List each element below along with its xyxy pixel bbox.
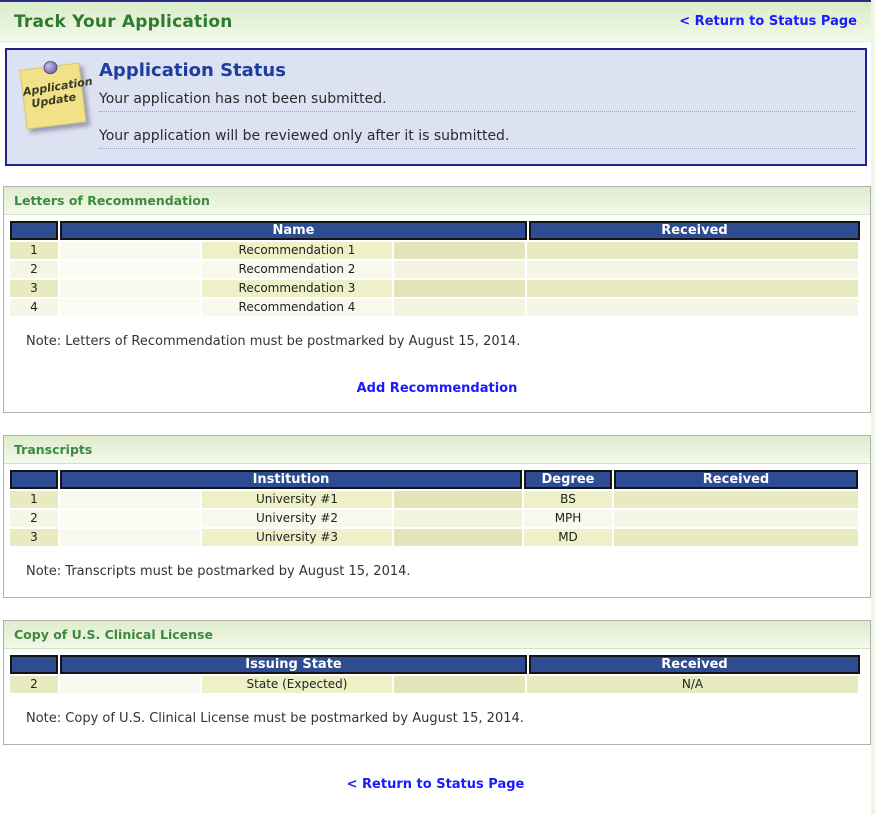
section-transcripts: Transcripts Institution Degree Received 1 Uni… [3, 435, 871, 598]
application-update-sticky-note-icon: Application Update [19, 60, 94, 130]
row-spacer-cell [60, 529, 200, 546]
status-message: Your application has not been submitted. [99, 91, 855, 112]
row-spacer-cell [60, 510, 200, 527]
row-spacer-cell [60, 242, 200, 259]
column-header-received: Received [529, 221, 860, 240]
panel-bottom-padding [4, 398, 870, 412]
row-spacer-cell [60, 261, 200, 278]
table-header-row: Institution Degree Received [10, 470, 864, 489]
return-to-status-link-bottom[interactable]: < Return to Status Page [347, 777, 525, 792]
row-number: 1 [10, 242, 58, 259]
footer: < Return to Status Page [0, 773, 871, 792]
row-number: 1 [10, 491, 58, 508]
row-received [527, 242, 858, 259]
section-note: Note: Transcripts must be postmarked by … [26, 564, 411, 579]
row-received [527, 261, 858, 278]
column-header-received: Received [529, 655, 860, 674]
table-header-row: Issuing State Received [10, 655, 864, 674]
sticky-note-text: Application Update [22, 74, 94, 111]
row-spacer-cell [394, 491, 522, 508]
row-value: State (Expected) [202, 676, 392, 693]
table-row: 3 University #3 MD [10, 529, 864, 546]
row-value: Recommendation 2 [202, 261, 392, 278]
row-number: 3 [10, 280, 58, 297]
table-row: 1 Recommendation 1 [10, 242, 864, 259]
table: Name Received 1 Recommendation 1 2 Recommenda… [10, 221, 864, 316]
table: Issuing State Received 2 State (Expected) N/… [10, 655, 864, 693]
row-received [614, 529, 858, 546]
row-degree: MD [524, 529, 612, 546]
app-header: Track Your Application < Return to Statu… [0, 2, 871, 42]
table-row: 3 Recommendation 3 [10, 280, 864, 297]
table-row: 2 University #2 MPH [10, 510, 864, 527]
row-received [614, 510, 858, 527]
row-spacer-cell [394, 299, 525, 316]
pushpin-icon [42, 60, 59, 75]
row-value: Recommendation 1 [202, 242, 392, 259]
section-note: Note: Copy of U.S. Clinical License must… [26, 711, 524, 726]
row-spacer-cell [394, 242, 525, 259]
column-header-spacer [10, 655, 58, 674]
column-header-issuing-state: Issuing State [60, 655, 527, 674]
status-heading: Application Status [99, 60, 286, 81]
row-received [527, 280, 858, 297]
table-header-row: Name Received [10, 221, 864, 240]
panel-bottom-padding [4, 583, 870, 597]
row-degree: BS [524, 491, 612, 508]
row-spacer-cell [394, 510, 522, 527]
section-title: Letters of Recommendation [4, 187, 870, 215]
column-header-received: Received [614, 470, 858, 489]
row-degree: MPH [524, 510, 612, 527]
row-value: Recommendation 4 [202, 299, 392, 316]
table-row: 2 Recommendation 2 [10, 261, 864, 278]
table-row: 4 Recommendation 4 [10, 299, 864, 316]
column-header-spacer [10, 221, 58, 240]
row-number: 2 [10, 676, 58, 693]
action-row: Add Recommendation [4, 377, 870, 396]
row-value: University #1 [202, 491, 392, 508]
row-spacer-cell [394, 261, 525, 278]
row-received [614, 491, 858, 508]
row-spacer-cell [60, 491, 200, 508]
row-spacer-cell [60, 299, 200, 316]
column-header-institution: Institution [60, 470, 522, 489]
sections-container: Letters of Recommendation Name Received 1 Re… [0, 186, 871, 745]
column-header-spacer [10, 470, 58, 489]
page: Track Your Application < Return to Statu… [0, 0, 871, 814]
status-message: Your application will be reviewed only a… [99, 128, 855, 149]
row-number: 2 [10, 510, 58, 527]
table-row: 1 University #1 BS [10, 491, 864, 508]
section-title: Copy of U.S. Clinical License [4, 621, 870, 649]
row-spacer-cell [60, 280, 200, 297]
row-number: 3 [10, 529, 58, 546]
add-recommendation-link[interactable]: Add Recommendation [357, 381, 518, 396]
section-note: Note: Letters of Recommendation must be … [26, 334, 521, 349]
row-received [527, 299, 858, 316]
section-letters-of-recommendation: Letters of Recommendation Name Received 1 Re… [3, 186, 871, 413]
row-spacer-cell [394, 280, 525, 297]
row-value: Recommendation 3 [202, 280, 392, 297]
row-spacer-cell [394, 676, 525, 693]
table-row: 2 State (Expected) N/A [10, 676, 864, 693]
panel-bottom-padding [4, 730, 870, 744]
section-clinical-license: Copy of U.S. Clinical License Issuing Sta… [3, 620, 871, 745]
row-spacer-cell [60, 676, 200, 693]
row-value: University #3 [202, 529, 392, 546]
return-to-status-link-top[interactable]: < Return to Status Page [679, 14, 857, 29]
application-status-box: Application Update Application Status Yo… [5, 48, 867, 166]
row-number: 4 [10, 299, 58, 316]
row-number: 2 [10, 261, 58, 278]
column-header-name: Name [60, 221, 527, 240]
row-value: University #2 [202, 510, 392, 527]
section-title: Transcripts [4, 436, 870, 464]
row-received: N/A [527, 676, 858, 693]
row-spacer-cell [394, 529, 522, 546]
page-title: Track Your Application [14, 11, 233, 32]
column-header-degree: Degree [524, 470, 612, 489]
table: Institution Degree Received 1 University #1 B… [10, 470, 864, 546]
